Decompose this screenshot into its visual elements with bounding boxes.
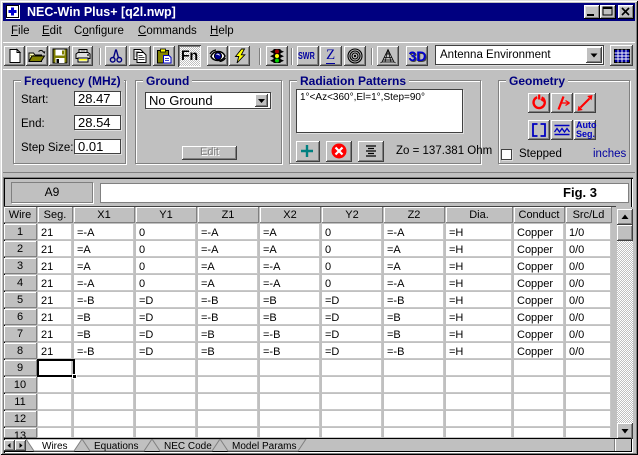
svg-text:Wires: Wires bbox=[42, 441, 68, 452]
svg-text:Equations: Equations bbox=[94, 441, 138, 452]
svg-text:NEC Code: NEC Code bbox=[164, 441, 212, 452]
svg-text:Model Params: Model Params bbox=[232, 441, 296, 452]
